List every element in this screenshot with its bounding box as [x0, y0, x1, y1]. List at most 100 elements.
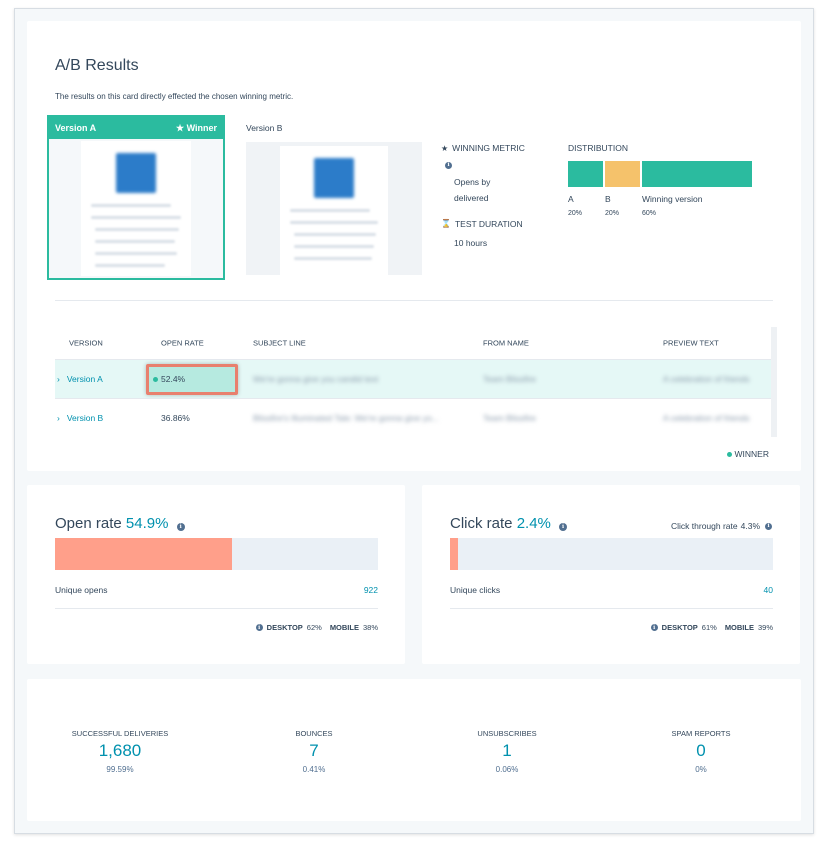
column-header-preview-text[interactable]: PREVIEW TEXT: [663, 339, 719, 348]
version-a-email-preview: [81, 141, 191, 276]
mobile-label: MOBILE: [724, 623, 754, 632]
distribution-legend-label: Winning version: [642, 194, 703, 204]
click-rate-title: Click rate 2.4% i: [450, 515, 568, 532]
table-scrollbar[interactable]: [771, 327, 777, 437]
winner-dot-icon: [726, 452, 732, 458]
report-frame: A/B Results The results on this card dir…: [14, 8, 814, 834]
distribution-legend-value: 60%: [642, 210, 657, 217]
version-b-label: Version B: [246, 123, 283, 133]
test-duration-value: 10 hours: [454, 237, 488, 248]
column-header-subject-line[interactable]: SUBJECT LINE: [253, 339, 306, 348]
version-b-link[interactable]: › Version B: [57, 413, 103, 423]
ab-results-description: The results on this card directly effect…: [55, 92, 294, 101]
column-header-version[interactable]: VERSION: [69, 339, 103, 348]
unique-opens-row: Unique opens 922: [55, 585, 378, 595]
star-icon: ★: [175, 122, 185, 133]
distribution-legend: A B Winning version: [568, 194, 768, 204]
winning-metric-heading: ★ WINNING METRIC: [441, 143, 551, 153]
email-text-line: [91, 204, 171, 207]
desktop-label: DESKTOP: [661, 623, 698, 632]
stat-percent: 0.41%: [302, 765, 326, 774]
open-rate-bar: [55, 538, 378, 570]
ab-results-title: A/B Results: [55, 57, 139, 74]
version-b-row-label: Version B: [66, 413, 104, 423]
stat-value[interactable]: 1: [437, 741, 577, 761]
winning-metric-section: ★ WINNING METRIC i Opens by delivered ⌛ …: [441, 143, 551, 248]
stat-spam-reports: SPAM REPORTS 0 0%: [631, 729, 771, 774]
distribution-bar: [568, 161, 752, 187]
column-header-from-name[interactable]: FROM NAME: [483, 339, 529, 348]
winning-metric-value-line1: Opens by: [454, 176, 491, 187]
stat-value[interactable]: 7: [244, 741, 384, 761]
distribution-segment: [605, 161, 640, 187]
click-rate-bar: [450, 538, 773, 570]
info-icon[interactable]: i: [650, 624, 658, 631]
stat-successful-deliveries: SUCCESSFUL DELIVERIES 1,680 99.59%: [50, 729, 190, 774]
unique-opens-value[interactable]: 922: [364, 585, 378, 595]
column-header-open-rate[interactable]: OPEN RATE: [161, 339, 204, 348]
email-text-line: [95, 264, 165, 267]
test-duration-heading: ⌛ TEST DURATION: [441, 219, 551, 229]
info-icon[interactable]: i: [765, 522, 772, 530]
winner-legend-label: WINNER: [734, 449, 769, 459]
stat-value[interactable]: 0: [631, 741, 771, 761]
table-row[interactable]: › Version B 36.86% Blissfire's Illuminate…: [55, 398, 771, 437]
ctr-label: Click through rate: [671, 521, 738, 531]
section-divider: [55, 300, 773, 301]
version-b-thumbnail[interactable]: [246, 142, 422, 275]
chevron-right-icon[interactable]: ›: [57, 374, 60, 384]
info-icon[interactable]: i: [176, 523, 185, 531]
distribution-values: 20% 20% 60%: [568, 210, 768, 217]
desktop-label: DESKTOP: [266, 623, 303, 632]
distribution-legend-value: 20%: [568, 210, 583, 217]
version-a-preview: A celebration of friends: [663, 374, 750, 384]
info-icon[interactable]: i: [445, 161, 452, 169]
stat-bounces: BOUNCES 7 0.41%: [244, 729, 384, 774]
winner-tag: ★ Winner: [176, 123, 217, 134]
stat-unsubscribes: UNSUBSCRIBES 1 0.06%: [437, 729, 577, 774]
stat-label: SPAM REPORTS: [671, 729, 731, 738]
info-icon[interactable]: i: [255, 624, 263, 631]
stat-label: SUCCESSFUL DELIVERIES: [71, 729, 169, 738]
version-a-open-rate-value: 52.4%: [161, 374, 186, 384]
distribution-legend-label: B: [605, 194, 611, 204]
stat-value[interactable]: 1,680: [50, 741, 190, 761]
table-row[interactable]: › Version A 52.4% We're gonna give you ca…: [55, 359, 771, 398]
version-b-from: Team Blissfire: [483, 413, 536, 423]
open-rate-bar-fill: [55, 538, 233, 570]
table-header: VERSION OPEN RATE SUBJECT LINE FROM NAME…: [55, 327, 771, 359]
unique-clicks-row: Unique clicks 40: [450, 585, 773, 595]
email-text-line: [294, 245, 374, 248]
open-rate-title: Open rate 54.9% i: [55, 515, 185, 532]
open-rate-card: Open rate 54.9% i Unique opens 922 i DES…: [27, 485, 405, 664]
version-a-thumbnail[interactable]: Version A ★ Winner: [47, 115, 225, 280]
stat-label: UNSUBSCRIBES: [477, 729, 537, 738]
distribution-legend-label: A: [568, 194, 574, 204]
open-rate-label: Open rate: [55, 515, 122, 532]
email-logo-icon: [314, 158, 354, 198]
unique-clicks-value[interactable]: 40: [764, 585, 773, 595]
info-icon[interactable]: i: [559, 523, 568, 531]
version-a-row-label: Version A: [66, 374, 103, 384]
chevron-right-icon[interactable]: ›: [57, 413, 60, 423]
click-rate-bar-fill: [450, 538, 458, 570]
distribution-label: DISTRIBUTION: [568, 143, 628, 153]
email-text-line: [91, 216, 181, 219]
email-text-line: [95, 252, 177, 255]
ctr-value: 4.3%: [740, 521, 760, 531]
version-b-open-rate: 36.86%: [161, 413, 190, 423]
version-b-preview: A celebration of friends: [663, 413, 750, 423]
mobile-value: 39%: [757, 623, 773, 632]
versions-table: VERSION OPEN RATE SUBJECT LINE FROM NAME…: [55, 327, 777, 459]
hourglass-icon: ⌛: [441, 219, 451, 228]
email-text-line: [294, 257, 372, 260]
click-rate-label: Click rate: [450, 515, 513, 532]
winning-metric-value-line2: delivered: [454, 192, 489, 203]
stat-percent: 0%: [695, 765, 707, 774]
desktop-value: 61%: [701, 623, 717, 632]
test-duration-label: TEST DURATION: [454, 218, 523, 229]
version-a-label: Version A: [55, 123, 97, 133]
winner-tag-label: Winner: [186, 122, 217, 133]
version-a-link[interactable]: › Version A: [57, 374, 103, 384]
version-a-header: Version A ★ Winner: [49, 117, 223, 139]
